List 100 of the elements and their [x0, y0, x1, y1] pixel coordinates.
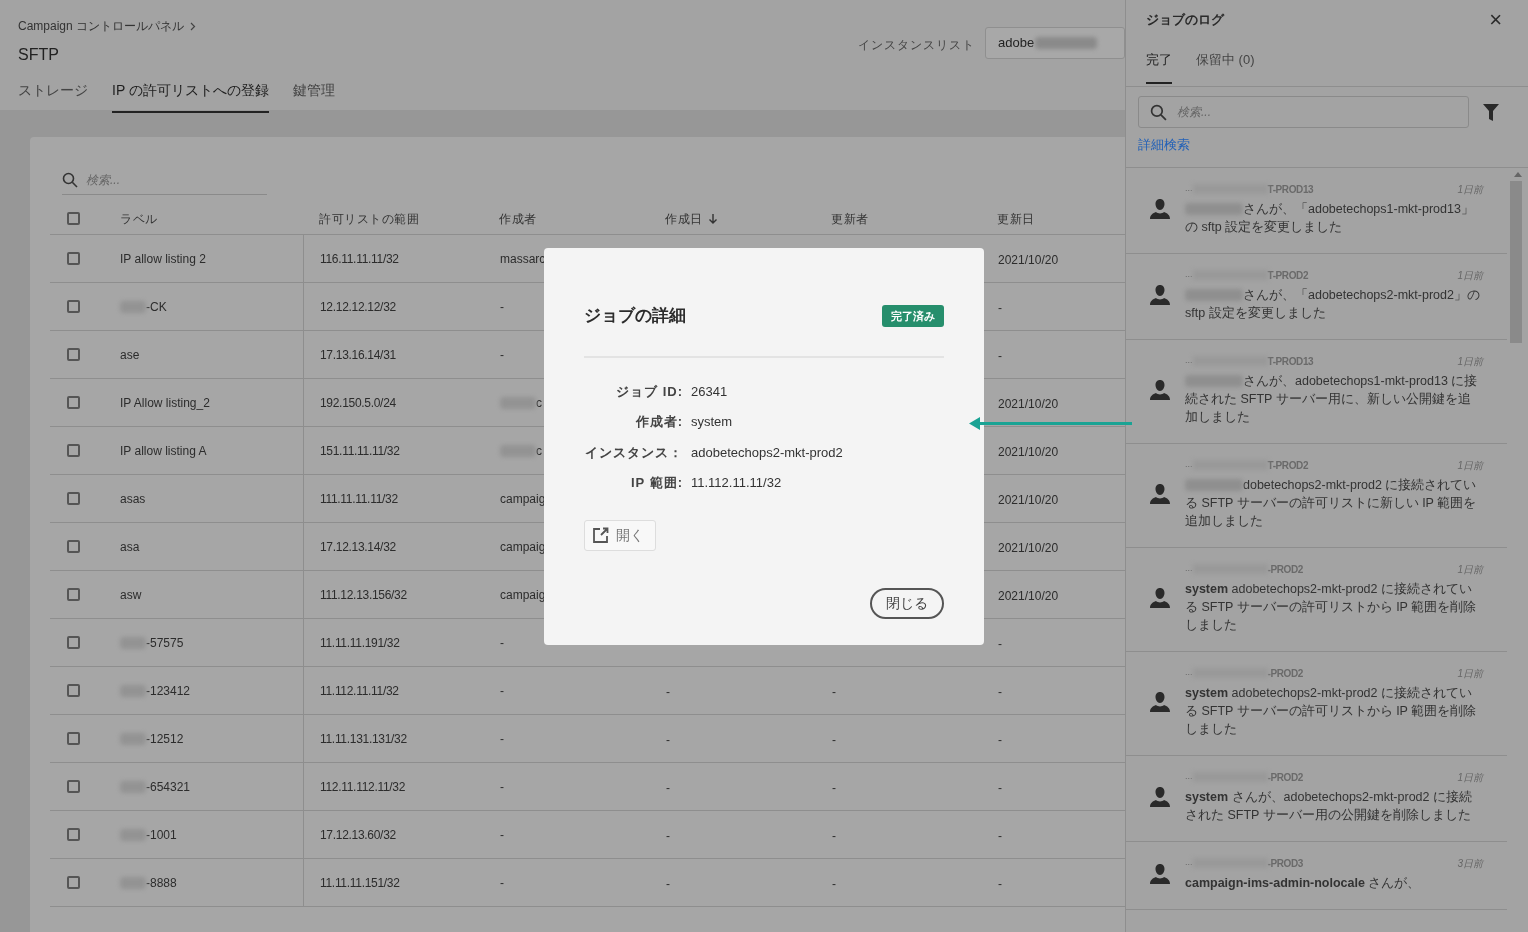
- filter-icon[interactable]: [1483, 103, 1499, 121]
- checkbox[interactable]: [67, 348, 80, 361]
- external-link-icon: [593, 527, 609, 543]
- checkbox[interactable]: [67, 588, 80, 601]
- column-header[interactable]: 更新者: [831, 209, 869, 228]
- log-message: さんが、「adobetechops1-mkt-prod13」の sftp 設定を変更しました: [1185, 201, 1474, 234]
- table-cell-text: 192.150.5.0/24: [320, 394, 396, 412]
- panel-title: ジョブのログ: [1146, 11, 1224, 30]
- table-cell: -: [666, 828, 670, 843]
- table-cell-text: 11.112.11.11/32: [320, 682, 399, 700]
- instance-name: -PROD2: [1267, 562, 1303, 577]
- table-cell: 2021/10/20: [998, 540, 1059, 555]
- source-prefix: ...: [1185, 562, 1193, 576]
- table-cell: -: [998, 300, 1002, 315]
- field-value: system: [691, 413, 734, 431]
- table-cell-text: 111.11.11.11/32: [320, 490, 398, 508]
- table-cell: -: [666, 780, 670, 795]
- tab[interactable]: 完了: [1146, 50, 1172, 84]
- checkbox[interactable]: [67, 540, 80, 553]
- instance-select[interactable]: adobe: [985, 27, 1125, 59]
- breadcrumb-link[interactable]: Campaign コントロールパネル: [18, 17, 185, 35]
- instance-name: T-PROD2: [1267, 268, 1309, 283]
- user-icon: [1150, 863, 1170, 884]
- table-cell: 2021/10/20: [998, 396, 1059, 411]
- log-message: さんが、「adobetechops2-mkt-prod2」の sftp 設定を変更しました: [1185, 287, 1480, 320]
- log-message: system adobetechops2-mkt-prod2 に接続されている SFTP サーバーの許可リストから IP 範囲を削除しました: [1185, 685, 1477, 736]
- checkbox[interactable]: [67, 636, 80, 649]
- table-cell-text: 17.13.16.14/31: [320, 346, 396, 364]
- source-prefix: ...: [1185, 182, 1193, 196]
- table-cell-text: asw: [120, 586, 142, 604]
- scrollbar-thumb[interactable]: [1509, 180, 1522, 343]
- table-cell: -: [998, 732, 1002, 747]
- checkbox[interactable]: [67, 212, 80, 225]
- checkbox[interactable]: [67, 396, 80, 409]
- instance-name: -PROD3: [1267, 856, 1303, 871]
- checkbox[interactable]: [67, 732, 80, 745]
- table-search-field[interactable]: 検索...: [62, 165, 267, 195]
- table-cell: -: [666, 684, 670, 699]
- checkbox[interactable]: [67, 876, 80, 889]
- column-header[interactable]: ラベル: [120, 209, 158, 228]
- page-title: SFTP: [18, 45, 60, 65]
- source-prefix: ...: [1185, 354, 1193, 368]
- field-label: インスタンス：: [584, 443, 683, 462]
- table-cell-text: -123412: [146, 682, 191, 700]
- tab[interactable]: ストレージ: [18, 80, 88, 113]
- checkbox[interactable]: [67, 492, 80, 505]
- table-cell: 2021/10/20: [998, 444, 1059, 459]
- log-message: さんが、adobetechops1-mkt-prod13 に接続された SFTP サーバー用に、新しい公開鍵を追加しました: [1185, 373, 1478, 424]
- table-cell-text: c: [536, 442, 542, 460]
- search-field[interactable]: 検索...: [86, 170, 236, 189]
- open-button[interactable]: 開く: [584, 519, 656, 551]
- field-label: ジョブ ID:: [615, 382, 683, 401]
- table-cell-text: -654321: [146, 778, 191, 796]
- table-cell: -: [998, 876, 1002, 891]
- log-message: dobetechops2-mkt-prod2 に接続されている SFTP サーバーの許可リストに新しい IP 範囲を追加しました: [1185, 477, 1477, 528]
- instance-name: T-PROD2: [1267, 458, 1309, 473]
- tab[interactable]: 鍵管理: [292, 80, 335, 113]
- close-button[interactable]: ×: [1489, 9, 1502, 31]
- search-icon: [62, 171, 78, 188]
- checkbox[interactable]: [67, 300, 80, 313]
- table-cell-text: 116.11.11.11/32: [320, 250, 399, 268]
- column-header[interactable]: 作成者: [499, 209, 537, 228]
- table-cell-text: -: [500, 682, 504, 700]
- column-header[interactable]: 許可リストの範囲: [319, 209, 419, 228]
- table-cell: -: [998, 684, 1002, 699]
- table-cell-text: -57575: [146, 634, 184, 652]
- table-cell: -: [832, 876, 836, 891]
- table-cell-text: c: [536, 394, 542, 412]
- search-field[interactable]: 検索...: [1177, 103, 1427, 121]
- table-cell-text: massarc: [500, 250, 546, 268]
- log-message: campaign-ims-admin-nolocale さんが、: [1185, 875, 1421, 890]
- instance-list-label: インスタンスリスト: [858, 37, 975, 54]
- checkbox[interactable]: [67, 252, 80, 265]
- checkbox[interactable]: [67, 444, 80, 457]
- table-cell: -: [832, 732, 836, 747]
- close-button[interactable]: 閉じる: [870, 587, 944, 619]
- table-cell-text: 11.11.131.131/32: [320, 730, 407, 748]
- column-header[interactable]: 更新日: [997, 209, 1035, 228]
- source-prefix: ...: [1185, 268, 1193, 282]
- checkbox[interactable]: [67, 780, 80, 793]
- column-header[interactable]: 作成日: [665, 209, 703, 228]
- scroll-up-icon[interactable]: [1513, 171, 1522, 177]
- instance-name: T-PROD13: [1267, 354, 1314, 369]
- user-icon: [1150, 786, 1170, 807]
- table-cell: 2021/10/20: [998, 252, 1059, 267]
- dialog-title: ジョブの詳細: [584, 305, 686, 327]
- table-cell: 2021/10/20: [998, 492, 1059, 507]
- tab[interactable]: IP の許可リストへの登録: [112, 80, 269, 113]
- table-cell-text: -: [500, 778, 504, 796]
- table-cell: -: [666, 732, 670, 747]
- checkbox[interactable]: [67, 684, 80, 697]
- table-cell-text: -12512: [146, 730, 184, 748]
- tab[interactable]: 保留中 (0): [1196, 50, 1255, 84]
- field-value: 11.112.11.11/32: [691, 474, 783, 492]
- checkbox[interactable]: [67, 828, 80, 841]
- table-cell-text: -1001: [146, 826, 177, 844]
- table-cell-text: -8888: [146, 874, 177, 892]
- instance-name: -PROD2: [1267, 666, 1303, 681]
- log-search-field[interactable]: 検索...: [1138, 96, 1469, 128]
- table-cell: -: [832, 684, 836, 699]
